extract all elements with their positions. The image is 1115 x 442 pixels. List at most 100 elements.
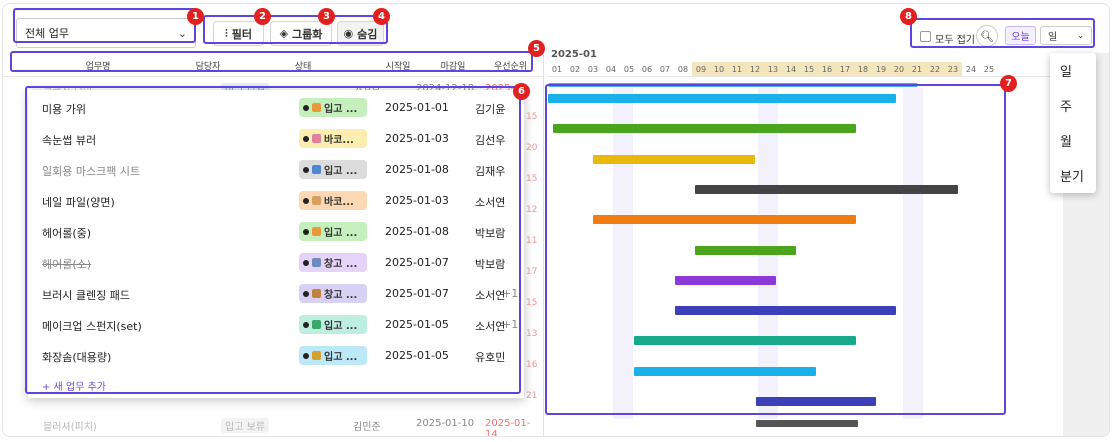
task-assignee: 김기윤 xyxy=(475,103,506,116)
gantt-bar[interactable] xyxy=(593,154,755,164)
task-row[interactable]: 브러시 클렌징 패드 창고 ... 2025-01-07 소서연 +1 xyxy=(28,278,524,309)
task-start: 2025-01-01 xyxy=(385,101,449,114)
col-header-priority[interactable]: 우선순위 xyxy=(483,55,538,75)
task-status: 입고 ... xyxy=(324,228,358,239)
task-row[interactable]: 메이크업 스펀지(set) 입고 ... 2025-01-05 소서연 +1 xyxy=(28,309,524,340)
gantt-day: 19 xyxy=(872,62,890,76)
task-status-chip[interactable]: 입고 ... xyxy=(299,98,367,117)
task-status: 창고 ... xyxy=(324,259,358,270)
col-header-assignee[interactable]: 담당자 xyxy=(183,55,233,75)
gantt-day: 06 xyxy=(641,64,653,74)
gantt-day: 10 xyxy=(710,62,728,76)
scale-menu-item[interactable]: 일 xyxy=(1050,53,1096,88)
scale-menu-item[interactable]: 분기 xyxy=(1050,158,1096,193)
today-button[interactable]: 오늘 xyxy=(1005,26,1036,45)
col-header-due[interactable]: 마감일 xyxy=(423,55,483,75)
status-dot-icon xyxy=(303,352,309,359)
gantt-bar[interactable] xyxy=(695,245,796,255)
filter-button[interactable]: ⫶ 필터 xyxy=(213,21,264,46)
status-dot-icon xyxy=(303,166,309,173)
task-status-chip[interactable]: 바코... xyxy=(299,129,367,148)
gantt-bar[interactable] xyxy=(756,397,876,406)
view-select[interactable]: 전체 업무 ⌄ xyxy=(16,18,196,48)
gantt-bar[interactable] xyxy=(695,184,958,194)
overflow-due-date: 15 xyxy=(526,174,538,184)
badge-4: 4 xyxy=(373,8,390,25)
scale-menu-item[interactable]: 월 xyxy=(1050,123,1096,158)
badge-8: 8 xyxy=(900,8,917,25)
status-icon xyxy=(312,165,321,174)
gantt-chart xyxy=(548,88,1009,419)
gantt-bar[interactable] xyxy=(548,94,896,103)
scale-select[interactable]: 일 ⌄ xyxy=(1040,26,1092,45)
task-assignee-extra: +1 xyxy=(502,318,519,331)
gantt-bar[interactable] xyxy=(553,124,856,134)
collapse-all-checkbox[interactable] xyxy=(920,31,931,42)
task-name: 헤어롤(중) xyxy=(42,227,92,240)
gantt-day: 04 xyxy=(605,64,617,74)
gantt-bar[interactable] xyxy=(634,366,816,376)
app-frame: 전체 업무 ⌄ ⫶ 필터 ◈ 그룹화 ◉ 숨김 업무명 담당자 상태 시작일 마감일 … xyxy=(2,3,1110,437)
task-assignee: 소서연 xyxy=(475,320,506,333)
gantt-bar[interactable] xyxy=(675,275,776,285)
search-button[interactable]: 🔍︎ xyxy=(976,25,998,47)
task-status-chip[interactable]: 입고 ... xyxy=(299,315,367,334)
col-header-start[interactable]: 시작일 xyxy=(373,55,423,75)
gantt-day: 17 xyxy=(836,62,854,76)
badge-7: 7 xyxy=(1000,75,1017,92)
task-status-chip[interactable]: 입고 ... xyxy=(299,222,367,241)
col-header-name[interactable]: 업무명 xyxy=(13,55,183,75)
col-header-status[interactable]: 상태 xyxy=(233,55,373,75)
task-status: 입고 ... xyxy=(324,104,358,115)
add-task-button[interactable]: + 새 업무 추가 xyxy=(42,378,106,393)
task-name: 네일 파일(양면) xyxy=(42,196,115,209)
chevron-down-icon: ⌄ xyxy=(1077,31,1084,40)
group-button[interactable]: ◈ 그룹화 xyxy=(270,21,332,46)
gantt-bar-bg xyxy=(756,420,858,427)
gantt-day: 02 xyxy=(569,64,581,74)
weekend-band xyxy=(903,88,923,419)
hide-button[interactable]: ◉ 숨김 xyxy=(337,21,384,46)
gantt-day: 09 xyxy=(692,62,710,76)
gantt-bar-bg xyxy=(548,83,918,87)
group-label: 그룹화 xyxy=(292,27,323,41)
task-status-chip[interactable]: 창고 ... xyxy=(299,253,367,272)
overflow-due-date: 11 xyxy=(526,236,538,246)
task-start: 2025-01-03 xyxy=(385,194,449,207)
row-name: 블러셔(피치) xyxy=(43,422,97,433)
row-start: 2025-01-10 xyxy=(416,418,475,429)
status-icon xyxy=(312,258,321,267)
table-row[interactable]: 블러셔(피치) 입고 보류 김민준 2025-01-10 2025-01-14 xyxy=(3,415,543,436)
task-row[interactable]: 네일 파일(양면) 바코... 2025-01-03 소서연 xyxy=(28,185,524,216)
task-status: 창고 ... xyxy=(324,290,358,301)
scale-menu-item[interactable]: 주 xyxy=(1050,88,1096,123)
task-row[interactable]: 헤어롤(소) 창고 ... 2025-01-07 박보람 xyxy=(28,247,524,278)
gantt-bar[interactable] xyxy=(675,306,896,316)
task-assignee: 소서연 xyxy=(475,289,506,302)
task-status-chip[interactable]: 바코... xyxy=(299,191,367,210)
task-status-chip[interactable]: 창고 ... xyxy=(299,284,367,303)
gantt-day: 25 xyxy=(983,64,995,74)
task-status: 바코... xyxy=(324,135,354,146)
task-row[interactable]: 미용 가위 입고 ... 2025-01-01 김기윤 xyxy=(28,92,524,123)
gantt-day: 21 xyxy=(908,62,926,76)
task-status-chip[interactable]: 입고 ... xyxy=(299,346,367,365)
task-status-chip[interactable]: 입고 ... xyxy=(299,160,367,179)
task-name: 속눈썹 뷰러 xyxy=(42,134,97,147)
task-row[interactable]: 헤어롤(중) 입고 ... 2025-01-08 박보람 xyxy=(28,216,524,247)
task-start: 2025-01-03 xyxy=(385,132,449,145)
status-icon xyxy=(312,196,321,205)
badge-6: 6 xyxy=(513,83,530,100)
chevron-down-icon: ⌄ xyxy=(177,26,187,40)
badge-3: 3 xyxy=(318,8,335,25)
status-dot-icon xyxy=(303,259,309,266)
task-row[interactable]: 속눈썹 뷰러 바코... 2025-01-03 김선우 xyxy=(28,123,524,154)
task-row[interactable]: 일회용 마스크팩 시트 입고 ... 2025-01-08 김재우 xyxy=(28,154,524,185)
task-row[interactable]: 화장솜(대용량) 입고 ... 2025-01-05 유호민 xyxy=(28,340,524,371)
gantt-bar[interactable] xyxy=(634,336,856,346)
task-start: 2025-01-05 xyxy=(385,349,449,362)
gantt-bar[interactable] xyxy=(593,215,856,225)
gantt-header-divider xyxy=(548,76,1108,77)
overflow-due-date: 20 xyxy=(526,143,538,153)
gantt-day: 01 xyxy=(551,64,563,74)
